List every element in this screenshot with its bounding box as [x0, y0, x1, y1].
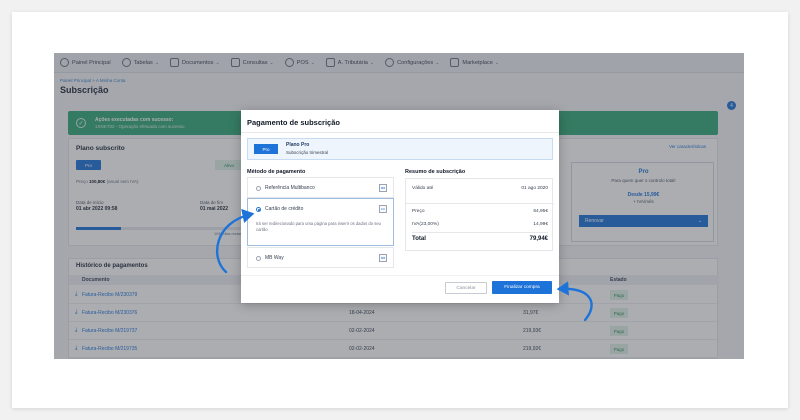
summary-value: 14,99€: [533, 222, 548, 227]
subscription-summary: Válido até 01 ago 2020 Preço 64,95€ IVA(…: [405, 178, 554, 251]
radio-button[interactable]: [256, 186, 261, 191]
payment-method-group: Referência Multibanco MB Cartão de crédi…: [247, 177, 394, 268]
plan-badge: Pro: [254, 144, 278, 154]
radio-button-selected[interactable]: [256, 207, 261, 212]
credit-card-icon: CC: [379, 205, 387, 213]
summary-value: 64,95€: [533, 209, 548, 214]
summary-row-price: Preço 64,95€: [412, 209, 548, 214]
payment-option-multibanco[interactable]: Referência Multibanco MB: [247, 177, 394, 198]
divider: [406, 203, 554, 204]
divider: [412, 232, 548, 233]
total-label: Total: [412, 236, 426, 242]
multibanco-logo-icon: MB: [379, 184, 387, 192]
selected-plan-banner: Pro Plano Pro Subscrição trimestral: [247, 138, 553, 160]
plan-name: Plano Pro: [286, 142, 310, 148]
divider: [241, 275, 559, 276]
payment-option-label: Cartão de crédito: [265, 206, 304, 212]
payment-option-note: Irá ser redirecionado para uma página pa…: [256, 221, 382, 232]
summary-label: Válido até: [412, 186, 434, 191]
modal-title: Pagamento de subscrição: [247, 118, 340, 127]
payment-modal: Pagamento de subscrição Pro Plano Pro Su…: [241, 110, 559, 303]
payment-method-title: Método de pagamento: [247, 169, 306, 175]
summary-row-vat: IVA(23,00%) 14,99€: [412, 222, 548, 227]
total-value: 79,94€: [529, 236, 548, 242]
payment-option-credit-card[interactable]: Cartão de crédito CC Irá ser redireciona…: [247, 198, 394, 246]
radio-button[interactable]: [256, 256, 261, 261]
divider: [241, 132, 559, 133]
mbway-logo-icon: MB: [379, 254, 387, 262]
payment-option-label: MB Way: [265, 255, 284, 261]
summary-value: 01 ago 2020: [521, 186, 548, 191]
summary-row-total: Total 79,94€: [412, 236, 548, 242]
finish-purchase-button[interactable]: Finalizar compra: [492, 281, 552, 294]
summary-row-valid-until: Válido até 01 ago 2020: [412, 186, 548, 191]
summary-title: Resumo de subscrição: [405, 169, 466, 175]
payment-option-label: Referência Multibanco: [265, 185, 315, 191]
summary-label: Preço: [412, 209, 425, 214]
summary-label: IVA(23,00%): [412, 222, 439, 227]
payment-option-mbway[interactable]: MB Way MB: [247, 247, 394, 268]
plan-period: Subscrição trimestral: [286, 150, 329, 155]
cancel-button[interactable]: Cancelar: [445, 282, 487, 294]
